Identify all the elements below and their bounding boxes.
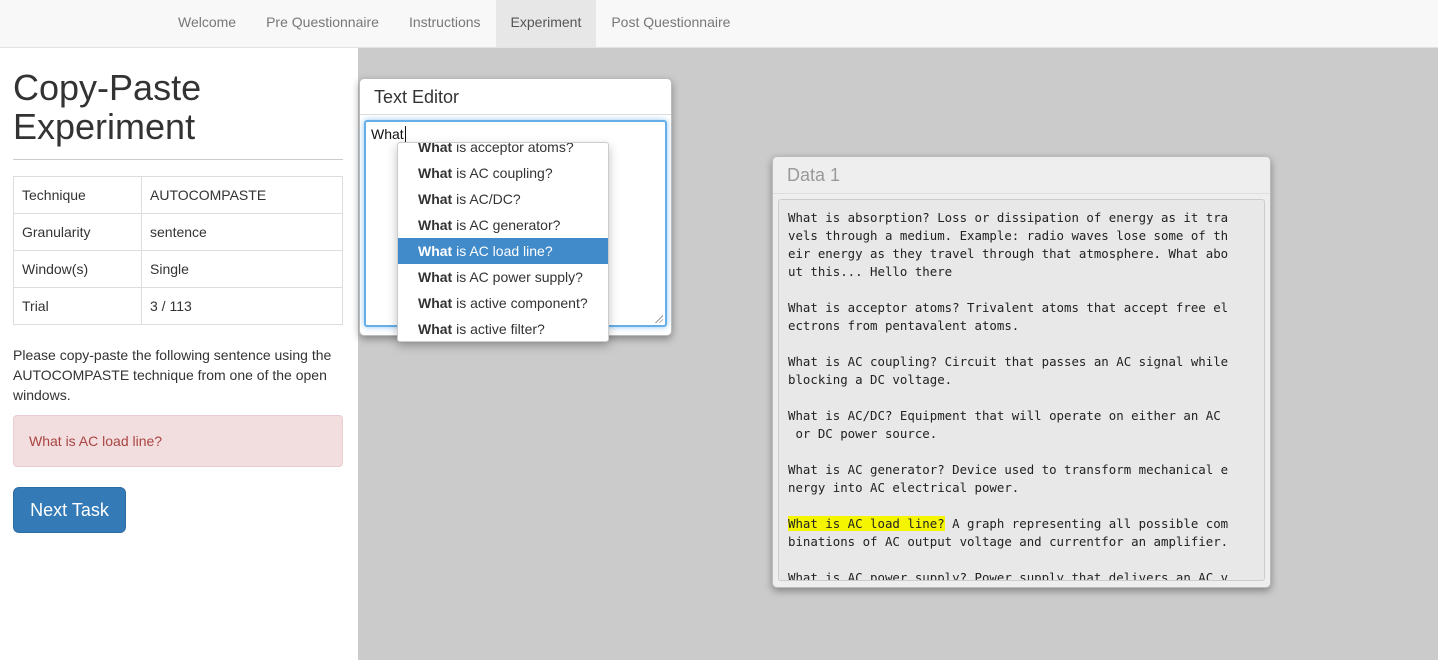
table-key-trial: Trial	[13, 287, 142, 325]
text-editor-content[interactable]: What	[371, 126, 406, 142]
nav-item-instructions[interactable]: Instructions	[394, 0, 496, 47]
data-line: ectrons from pentavalent atoms.	[788, 318, 1020, 333]
autocomplete-rest: is active filter?	[452, 321, 545, 337]
table-value-granularity: sentence	[141, 213, 343, 251]
data-paragraph[interactable]: What is AC power supply? Power supply th…	[788, 569, 1254, 581]
title-divider	[13, 159, 343, 160]
page-title: Copy-Paste Experiment	[13, 67, 202, 147]
table-key-window-s: Window(s)	[13, 250, 142, 288]
target-sentence-box: What is AC load line?	[13, 415, 343, 467]
autocomplete-item[interactable]: What is AC coupling?	[398, 160, 608, 186]
autocomplete-match: What	[418, 269, 453, 285]
autocomplete-match: What	[418, 321, 453, 337]
data-line: What is AC coupling? Circuit that passes…	[788, 354, 1229, 369]
table-value-trial: 3 / 113	[141, 287, 343, 325]
data-line: eir energy as they travel through that a…	[788, 246, 1229, 261]
autocomplete-rest: is acceptor atoms?	[452, 142, 574, 155]
nav-item-pre-questionnaire[interactable]: Pre Questionnaire	[251, 0, 394, 47]
target-sentence: What is AC load line?	[29, 433, 163, 449]
text-editor-value: What	[371, 126, 404, 142]
autocomplete-match: What	[418, 142, 453, 155]
autocomplete-match: What	[418, 243, 453, 259]
data-paragraph[interactable]: What is AC generator? Device used to tra…	[788, 461, 1254, 497]
text-cursor	[404, 126, 406, 142]
autocomplete-rest: is active component?	[452, 295, 588, 311]
data-line: What is absorption? Loss or dissipation …	[788, 210, 1229, 225]
data-line: What is AC power supply? Power supply th…	[788, 570, 1229, 581]
autocomplete-match: What	[418, 295, 453, 311]
top-navbar: Welcome Pre Questionnaire Instructions Expe…	[0, 0, 1438, 48]
nav-item-welcome[interactable]: Welcome	[163, 0, 251, 47]
data-paragraph[interactable]: What is absorption? Loss or dissipation …	[788, 209, 1254, 281]
data-paragraph[interactable]: What is AC coupling? Circuit that passes…	[788, 353, 1254, 389]
data-line: blocking a DC voltage.	[788, 372, 953, 387]
text-editor-title[interactable]: Text Editor	[360, 79, 671, 115]
autocomplete-item[interactable]: What is acceptor atoms?	[398, 142, 608, 160]
autocomplete-rest: is AC/DC?	[452, 191, 521, 207]
autocomplete-rest: is AC generator?	[452, 217, 561, 233]
table-row: Trial 3 / 113	[13, 287, 343, 325]
autocomplete-match: What	[418, 217, 453, 233]
autocomplete-item[interactable]: What is AC load line?	[398, 238, 608, 264]
sidebar: Copy-Paste Experiment Technique AUTOCOMPA…	[0, 48, 358, 660]
autocomplete-match: What	[418, 165, 453, 181]
autocomplete-rest: is AC coupling?	[452, 165, 553, 181]
table-row: Technique AUTOCOMPASTE	[13, 176, 343, 214]
highlighted-sentence[interactable]: What is AC load line?	[788, 516, 945, 531]
data-window[interactable]: Data 1 What is absorption? Loss or dissi…	[772, 156, 1271, 588]
data-line: nergy into AC electrical power.	[788, 480, 1020, 495]
data-line: What is acceptor atoms? Trivalent atoms …	[788, 300, 1229, 315]
data-window-content[interactable]: What is absorption? Loss or dissipation …	[778, 199, 1265, 581]
autocomplete-item[interactable]: What is AC power supply?	[398, 264, 608, 290]
table-value-technique: AUTOCOMPASTE	[141, 176, 343, 214]
autocomplete-rest: is AC load line?	[452, 243, 553, 259]
autocomplete-dropdown[interactable]: What is acceptor atoms? What is AC coupli…	[397, 142, 609, 342]
data-line: binations of AC output voltage and curre…	[788, 534, 1229, 549]
table-row: Window(s) Single	[13, 250, 343, 288]
info-table: Technique AUTOCOMPASTE Granularity sentence…	[13, 176, 343, 325]
table-key-granularity: Granularity	[13, 213, 142, 251]
autocomplete-item[interactable]: What is active component?	[398, 290, 608, 316]
data-line: What is AC/DC? Equipment that will opera…	[788, 408, 1221, 423]
nav-item-experiment[interactable]: Experiment	[495, 0, 597, 47]
data-line: or DC power source.	[788, 426, 938, 441]
data-line: ut this... Hello there	[788, 264, 953, 279]
instruction-text: Please copy-paste the following sentence…	[13, 347, 332, 403]
autocomplete-list: What is acceptor atoms? What is AC coupli…	[398, 142, 608, 341]
data-paragraph[interactable]: What is acceptor atoms? Trivalent atoms …	[788, 299, 1254, 335]
table-value-window-s: Single	[141, 250, 343, 288]
autocomplete-item[interactable]: What is active filter?	[398, 316, 608, 341]
data-line: A graph representing all possible com	[944, 516, 1229, 531]
autocomplete-match: What	[418, 191, 453, 207]
autocomplete-item[interactable]: What is AC/DC?	[398, 186, 608, 212]
nav-menu: Welcome Pre Questionnaire Instructions Expe…	[163, 0, 745, 47]
data-paragraph[interactable]: What is AC/DC? Equipment that will opera…	[788, 407, 1254, 443]
autocomplete-item[interactable]: What is AC generator?	[398, 212, 608, 238]
nav-item-post-questionnaire[interactable]: Post Questionnaire	[596, 0, 745, 47]
table-key-technique: Technique	[13, 176, 142, 214]
table-row: Granularity sentence	[13, 213, 343, 251]
data-line: What is AC generator? Device used to tra…	[788, 462, 1229, 477]
data-window-title[interactable]: Data 1	[773, 157, 1270, 194]
autocomplete-rest: is AC power supply?	[452, 269, 583, 285]
resize-handle-icon[interactable]	[655, 315, 663, 323]
data-line: vels through a medium. Example: radio wa…	[788, 228, 1229, 243]
data-paragraph[interactable]: What is AC load line? A graph representi…	[788, 515, 1254, 551]
next-task-button[interactable]: Next Task	[13, 487, 126, 533]
